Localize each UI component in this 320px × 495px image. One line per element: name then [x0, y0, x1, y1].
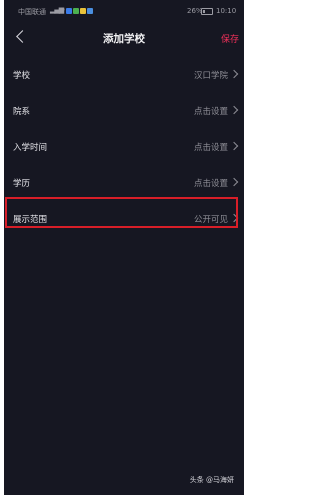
save-button[interactable]: 保存 [221, 32, 239, 45]
watermark: 头条 @马海妍 [189, 476, 234, 484]
chevron-right-icon [229, 105, 239, 115]
wifi-icon: ◠ [59, 6, 66, 14]
chevron-right-icon [229, 69, 239, 79]
notification-app-icon [66, 8, 72, 14]
row-value: 点击设置 [193, 107, 228, 117]
chevron-right-icon [229, 177, 239, 187]
nav-bar: 添加学校 保存 [4, 24, 244, 54]
row-label: 入学时间 [13, 143, 48, 153]
clock: 10:10 [216, 7, 237, 15]
page-title: 添加学校 [103, 33, 145, 45]
row-label: 学校 [13, 71, 31, 81]
row-value: 点击设置 [193, 179, 228, 189]
row-label: 学历 [13, 179, 31, 189]
chevron-right-icon [229, 213, 239, 223]
notification-app-icon [87, 8, 93, 14]
screen: 中国联通 ▂▄▆ ◠ 26% 10:10 添加学校 保存 学校 汉口学院 院系 … [4, 0, 244, 495]
row-education[interactable]: 学历 点击设置 [4, 164, 244, 200]
chevron-right-icon [229, 141, 239, 151]
status-bar: 中国联通 ▂▄▆ ◠ 26% 10:10 [4, 0, 244, 20]
row-department[interactable]: 院系 点击设置 [4, 92, 244, 128]
row-enrollment-date[interactable]: 入学时间 点击设置 [4, 128, 244, 164]
carrier-name: 中国联通 [18, 8, 46, 16]
notification-app-icon [80, 8, 86, 14]
battery-icon [201, 8, 213, 15]
school-form-list: 学校 汉口学院 院系 点击设置 入学时间 点击设置 学历 点击设置 展示范围 公… [4, 56, 244, 236]
row-visibility[interactable]: 展示范围 公开可见 [4, 200, 244, 236]
row-value: 公开可见 [193, 215, 228, 225]
row-school[interactable]: 学校 汉口学院 [4, 56, 244, 92]
notification-icons [66, 8, 93, 14]
row-value: 点击设置 [193, 143, 228, 153]
notification-app-icon [73, 8, 79, 14]
row-label: 院系 [13, 107, 31, 117]
row-label: 展示范围 [13, 215, 48, 225]
row-value: 汉口学院 [193, 71, 228, 81]
